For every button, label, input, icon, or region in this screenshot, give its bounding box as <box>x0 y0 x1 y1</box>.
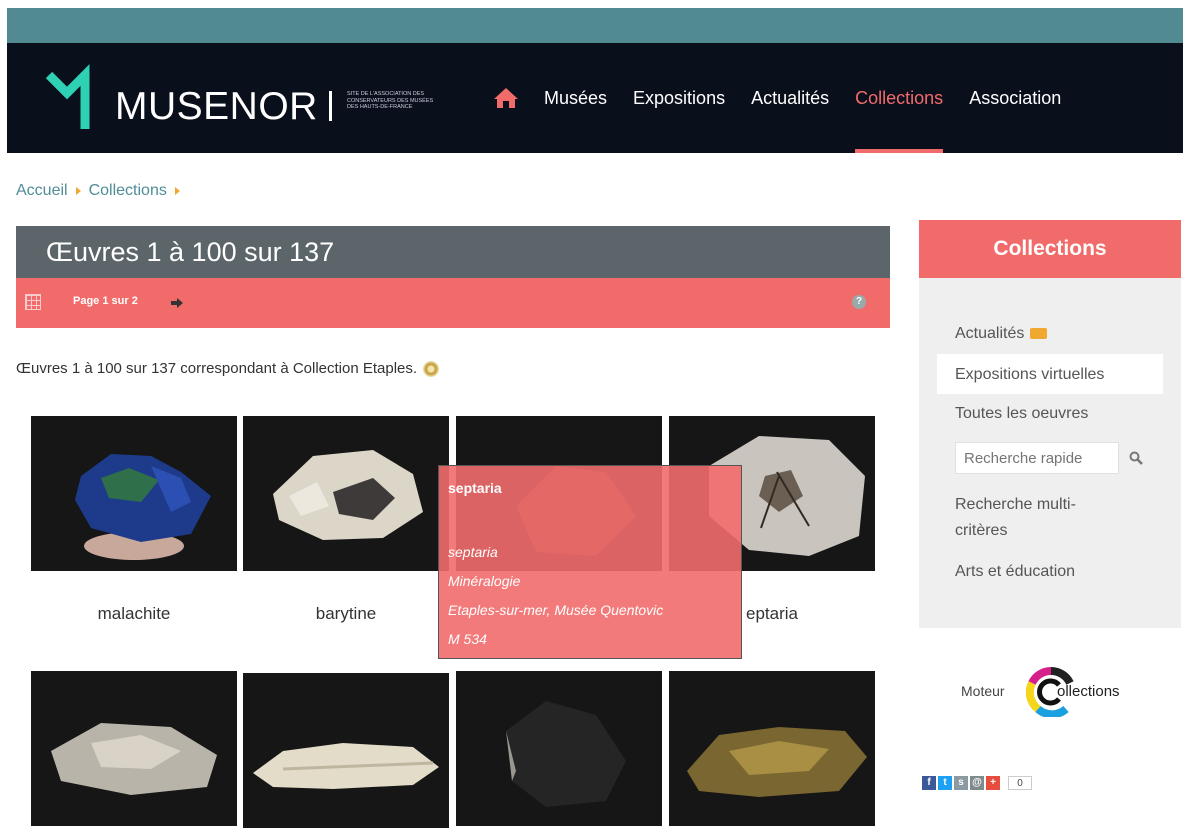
sidebar-item-arts-education[interactable]: Arts et éducation <box>955 559 1075 585</box>
nav-association[interactable]: Association <box>969 43 1061 153</box>
artwork-thumb-row2-2[interactable] <box>243 673 449 828</box>
mineral-image <box>253 743 439 789</box>
nav-expositions[interactable]: Expositions <box>633 43 725 153</box>
tooltip-title: septaria <box>448 480 502 496</box>
artwork-tooltip: septaria septaria Minéralogie Etaples-su… <box>438 465 742 659</box>
breadcrumb-arrow-icon <box>174 187 180 195</box>
share-count: 0 <box>1008 776 1032 790</box>
twitter-icon[interactable]: t <box>938 776 952 790</box>
nav-collections[interactable]: Collections <box>855 43 944 153</box>
breadcrumb-accueil[interactable]: Accueil <box>16 182 68 200</box>
nav-home[interactable] <box>490 86 522 110</box>
logo-separator <box>329 91 332 121</box>
item-label-barytine[interactable]: barytine <box>243 604 449 624</box>
rss-icon <box>1030 328 1048 340</box>
share-icon[interactable]: s <box>954 776 968 790</box>
barytine-image <box>273 450 423 540</box>
tooltip-category: Minéralogie <box>448 573 521 589</box>
pager-bar: Page 1 sur 2 ? <box>16 278 890 328</box>
item-label-malachite[interactable]: malachite <box>31 604 237 624</box>
mineral-image <box>51 723 217 795</box>
home-icon <box>494 88 518 108</box>
sidebar-item-toutes-oeuvres[interactable]: Toutes les oeuvres <box>955 401 1088 427</box>
nav-musees[interactable]: Musées <box>544 43 607 153</box>
malachite-image <box>75 454 211 560</box>
artwork-thumb-row2-3[interactable] <box>456 671 662 826</box>
sidebar-item-recherche-multi[interactable]: Recherche multi-critères <box>955 492 1125 544</box>
sidebar: Actualités Expositions virtuelles Toutes… <box>919 278 1181 628</box>
share-buttons: f t s @ + 0 <box>922 776 1032 790</box>
page-label: Page 1 sur 2 <box>73 295 138 307</box>
artwork-thumb-row2-4[interactable] <box>669 671 875 826</box>
tooltip-inventory: M 534 <box>448 631 487 647</box>
musenor-logo-icon[interactable] <box>45 61 105 133</box>
sidebar-item-actualites[interactable]: Actualités <box>955 321 1048 347</box>
grid-view-icon[interactable] <box>25 294 41 310</box>
mineral-image <box>687 727 867 797</box>
main-nav: Musées Expositions Actualités Collection… <box>490 43 1087 153</box>
results-summary: Œuvres 1 à 100 sur 137 correspondant à C… <box>16 360 440 377</box>
sidebar-item-label: Actualités <box>955 325 1025 342</box>
email-icon[interactable]: @ <box>970 776 984 790</box>
summary-text: Œuvres 1 à 100 sur 137 correspondant à C… <box>16 360 418 377</box>
tooltip-name: septaria <box>448 544 498 560</box>
search-icon[interactable] <box>1129 451 1143 465</box>
logo-text[interactable]: MUSENOR <box>115 85 318 129</box>
breadcrumb-collections[interactable]: Collections <box>89 182 167 200</box>
plus-icon[interactable]: + <box>986 776 1000 790</box>
facebook-icon[interactable]: f <box>922 776 936 790</box>
artwork-thumb-malachite[interactable] <box>31 416 237 571</box>
breadcrumb: Accueil Collections <box>16 182 188 200</box>
top-band <box>7 8 1183 43</box>
settings-cog-icon[interactable] <box>423 360 440 377</box>
logo-subtitle: SITE DE L'ASSOCIATION DES CONSERVATEURS … <box>347 91 434 110</box>
moteur-collections-text: ollections <box>1057 683 1120 700</box>
next-page-arrow-icon[interactable] <box>171 298 183 308</box>
nav-actualites[interactable]: Actualités <box>751 43 829 153</box>
breadcrumb-arrow-icon <box>75 187 81 195</box>
sidebar-item-expositions-virtuelles[interactable]: Expositions virtuelles <box>955 362 1104 388</box>
tooltip-museum: Etaples-sur-mer, Musée Quentovic <box>448 602 664 618</box>
moteur-collections-logo[interactable]: Moteur ollections <box>955 645 1145 740</box>
results-title: Œuvres 1 à 100 sur 137 <box>16 226 890 278</box>
site-header: MUSENOR SITE DE L'ASSOCIATION DES CONSER… <box>7 43 1183 153</box>
artwork-thumb-row2-1[interactable] <box>31 671 237 826</box>
sidebar-title: Collections <box>919 220 1181 278</box>
help-icon[interactable]: ? <box>852 295 866 309</box>
moteur-word: Moteur <box>961 683 1005 699</box>
artwork-thumb-barytine[interactable] <box>243 416 449 571</box>
mineral-image <box>506 701 626 807</box>
quick-search-input[interactable] <box>955 442 1119 474</box>
